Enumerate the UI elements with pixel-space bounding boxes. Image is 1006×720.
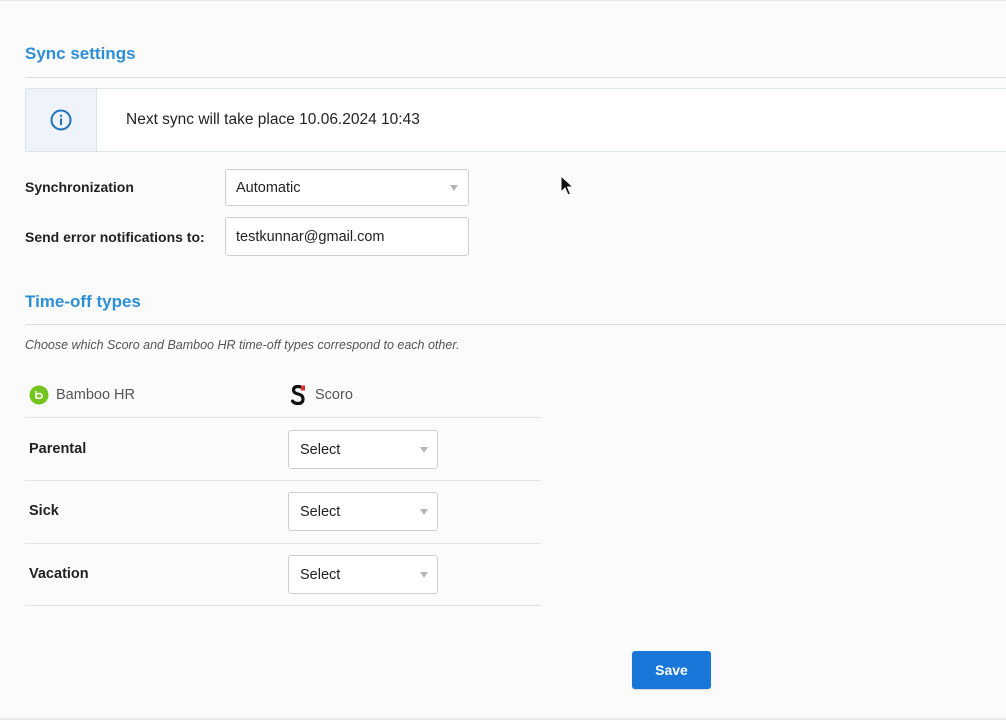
sick-scoro-select[interactable]: Select xyxy=(288,492,438,531)
bamboo-hr-logo-icon xyxy=(29,385,49,405)
time-off-hint: Choose which Scoro and Bamboo HR time-of… xyxy=(25,338,460,352)
error-notifications-email-field[interactable]: testkunnar@gmail.com xyxy=(225,217,469,256)
synchronization-select[interactable]: Automatic xyxy=(225,169,469,206)
sync-settings-title: Sync settings xyxy=(25,44,136,63)
sync-info-box: Next sync will take place 10.06.2024 10:… xyxy=(25,88,1006,152)
time-off-type-vacation: Vacation xyxy=(29,566,89,582)
info-icon xyxy=(50,109,72,131)
save-button[interactable]: Save xyxy=(632,651,711,689)
error-notifications-label: Send error notifications to: xyxy=(25,229,205,245)
chevron-down-icon xyxy=(450,185,458,191)
time-off-type-parental: Parental xyxy=(29,441,87,457)
select-value: Select xyxy=(300,441,341,458)
chevron-down-icon xyxy=(420,572,428,578)
scoro-logo-icon xyxy=(290,385,305,405)
row-divider xyxy=(25,417,541,418)
time-off-divider xyxy=(25,324,1006,325)
synchronization-value: Automatic xyxy=(236,179,301,196)
select-value: Select xyxy=(300,503,341,520)
chevron-down-icon xyxy=(420,509,428,515)
row-divider xyxy=(25,543,541,544)
bamboo-hr-column-header: Bamboo HR xyxy=(29,385,135,405)
vacation-scoro-select[interactable]: Select xyxy=(288,555,438,594)
error-notifications-value: testkunnar@gmail.com xyxy=(236,228,385,245)
synchronization-label: Synchronization xyxy=(25,179,134,195)
row-divider xyxy=(25,480,541,481)
scoro-label: Scoro xyxy=(315,387,353,403)
parental-scoro-select[interactable]: Select xyxy=(288,430,438,469)
next-sync-message: Next sync will take place 10.06.2024 10:… xyxy=(126,111,420,128)
time-off-types-title: Time-off types xyxy=(25,292,141,311)
info-icon-container xyxy=(26,89,97,151)
top-divider xyxy=(0,0,1006,1)
mouse-cursor-icon xyxy=(560,175,574,196)
scoro-column-header: Scoro xyxy=(290,385,353,405)
chevron-down-icon xyxy=(420,447,428,453)
bamboo-hr-label: Bamboo HR xyxy=(56,387,135,403)
time-off-type-sick: Sick xyxy=(29,503,59,519)
row-divider xyxy=(25,605,541,606)
select-value: Select xyxy=(300,566,341,583)
sync-settings-divider xyxy=(25,77,1006,78)
